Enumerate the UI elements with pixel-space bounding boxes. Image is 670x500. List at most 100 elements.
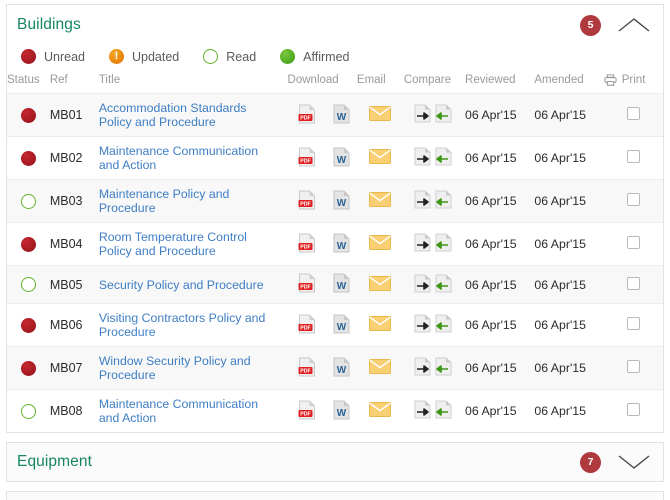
cell-download-word: W — [326, 303, 357, 347]
status-read-icon[interactable] — [20, 277, 36, 292]
chevron-up-icon[interactable] — [617, 15, 651, 35]
email-icon[interactable] — [369, 149, 392, 164]
email-icon[interactable] — [369, 316, 392, 331]
document-title-link[interactable]: Maintenance Communication and Action — [99, 144, 278, 172]
word-download-icon[interactable]: W — [333, 357, 350, 377]
document-list-page: Buildings 5 Unread ! Updated Read Affirm… — [0, 0, 670, 500]
word-download-icon[interactable]: W — [333, 273, 350, 293]
cell-amended: 06 Apr'15 — [534, 303, 604, 347]
cell-download-pdf: PDF — [287, 222, 327, 266]
compare-icon[interactable] — [414, 190, 454, 209]
status-badge: 5 — [580, 14, 601, 36]
print-checkbox[interactable] — [626, 150, 640, 163]
documents-table: Status Ref Title Download Email Compare … — [7, 72, 663, 432]
status-unread-icon[interactable] — [20, 150, 36, 166]
cell-download-pdf: PDF — [287, 346, 327, 390]
section-header-equipment[interactable]: Equipment 7 — [7, 443, 663, 481]
column-header-print-label: Print — [621, 74, 646, 86]
status-affirmed-icon — [280, 49, 296, 64]
cell-amended: 06 Apr'15 — [534, 179, 604, 223]
cell-compare — [403, 346, 466, 390]
word-download-icon[interactable]: W — [333, 190, 350, 210]
cell-download-word: W — [326, 222, 357, 266]
print-checkbox[interactable] — [626, 317, 640, 330]
section-panel-equipment: Equipment 7 — [6, 442, 664, 482]
cell-print — [603, 346, 663, 390]
status-read-icon[interactable] — [20, 403, 36, 419]
pdf-download-icon[interactable]: PDF — [298, 273, 316, 293]
word-download-icon[interactable]: W — [333, 314, 350, 334]
cell-status — [7, 136, 50, 180]
chevron-down-icon[interactable] — [617, 452, 651, 472]
cell-reviewed: 06 Apr'15 — [465, 346, 535, 390]
cell-reviewed: 06 Apr'15 — [465, 222, 535, 266]
cell-download-word: W — [326, 389, 357, 432]
status-unread-icon[interactable] — [20, 236, 36, 252]
cell-reviewed: 06 Apr'15 — [465, 136, 535, 180]
compare-icon[interactable] — [414, 104, 454, 123]
word-download-icon[interactable]: W — [333, 147, 350, 167]
print-checkbox[interactable] — [626, 276, 640, 290]
cell-reviewed: 06 Apr'15 — [465, 303, 535, 347]
document-title-link[interactable]: Maintenance Policy and Procedure — [99, 187, 278, 215]
status-unread-icon[interactable] — [20, 107, 36, 123]
legend-label: Affirmed — [303, 49, 350, 64]
section-header-controls: 5 — [580, 5, 651, 45]
document-title-link[interactable]: Visiting Contractors Policy and Procedur… — [99, 311, 278, 339]
cell-amended: 06 Apr'15 — [534, 93, 604, 137]
legend-item-read: Read — [203, 49, 256, 64]
status-badge: 7 — [580, 451, 601, 473]
compare-icon[interactable] — [414, 357, 454, 376]
email-icon[interactable] — [369, 235, 392, 250]
email-icon[interactable] — [369, 275, 392, 291]
printer-icon — [604, 74, 617, 86]
print-checkbox[interactable] — [626, 107, 640, 120]
compare-icon[interactable] — [414, 147, 454, 166]
status-unread-icon[interactable] — [20, 317, 36, 333]
section-header-buildings[interactable]: Buildings 5 — [7, 5, 663, 45]
compare-icon[interactable] — [414, 314, 454, 333]
cell-reviewed: 06 Apr'15 — [465, 389, 535, 432]
status-legend: Unread ! Updated Read Affirmed — [7, 45, 663, 72]
word-download-icon[interactable]: W — [333, 104, 350, 124]
word-download-icon[interactable]: W — [333, 400, 350, 420]
pdf-download-icon[interactable]: PDF — [298, 104, 316, 124]
email-icon[interactable] — [369, 106, 392, 121]
pdf-download-icon[interactable]: PDF — [298, 314, 316, 334]
print-checkbox[interactable] — [626, 403, 640, 416]
print-checkbox[interactable] — [626, 193, 640, 206]
cell-print — [603, 222, 663, 266]
document-title-link[interactable]: Accommodation Standards Policy and Proce… — [99, 101, 278, 129]
status-unread-icon[interactable] — [20, 360, 36, 376]
cell-print — [603, 265, 663, 304]
word-download-icon[interactable]: W — [333, 233, 350, 253]
compare-icon[interactable] — [414, 274, 454, 293]
document-title-link[interactable]: Window Security Policy and Procedure — [99, 354, 278, 382]
cell-ref: MB07 — [49, 346, 99, 390]
cell-download-pdf: PDF — [287, 179, 327, 223]
section-header-controls: 7 — [580, 492, 651, 500]
pdf-download-icon[interactable]: PDF — [298, 190, 316, 210]
compare-icon[interactable] — [414, 400, 454, 419]
print-checkbox[interactable] — [626, 360, 640, 373]
cell-ref: MB02 — [49, 136, 99, 180]
cell-amended: 06 Apr'15 — [534, 265, 604, 304]
pdf-download-icon[interactable]: PDF — [298, 400, 316, 420]
email-icon[interactable] — [369, 359, 392, 374]
email-icon[interactable] — [369, 402, 392, 417]
pdf-download-icon[interactable]: PDF — [298, 147, 316, 167]
pdf-download-icon[interactable]: PDF — [298, 357, 316, 377]
legend-label: Unread — [44, 49, 85, 64]
column-header-compare: Compare — [403, 74, 452, 86]
email-icon[interactable] — [369, 192, 392, 207]
section-header-risk-assessment-safety[interactable]: Risk Assessment & Safety 7 — [7, 492, 663, 500]
print-checkbox[interactable] — [626, 236, 640, 249]
document-title-link[interactable]: Maintenance Communication and Action — [99, 397, 278, 425]
document-title-link[interactable]: Security Policy and Procedure — [99, 278, 264, 292]
compare-icon[interactable] — [414, 233, 454, 252]
status-read-icon[interactable] — [20, 193, 36, 209]
document-title-link[interactable]: Room Temperature Control Policy and Proc… — [99, 230, 278, 258]
pdf-download-icon[interactable]: PDF — [298, 233, 316, 253]
cell-compare — [403, 389, 466, 432]
table-row: MB06 Visiting Contractors Policy and Proc… — [7, 303, 663, 347]
